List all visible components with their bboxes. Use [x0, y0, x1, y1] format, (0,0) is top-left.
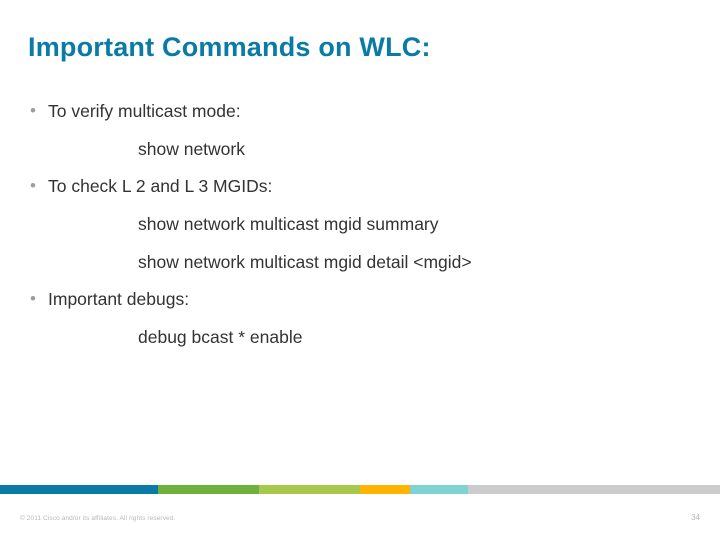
command-text: debug bcast * enable — [138, 326, 692, 350]
bullet-label: To verify multicast mode: — [48, 100, 692, 124]
footer-page-number: 34 — [691, 513, 700, 522]
bullet-item: • To verify multicast mode: — [28, 100, 692, 124]
accent-segment — [0, 485, 158, 494]
bullet-icon: • — [28, 175, 48, 198]
slide: Important Commands on WLC: • To verify m… — [0, 0, 720, 540]
slide-title: Important Commands on WLC: — [28, 32, 431, 63]
bullet-label: To check L 2 and L 3 MGIDs: — [48, 175, 692, 199]
slide-content: • To verify multicast mode: show network… — [28, 100, 692, 363]
command-text: show network — [138, 138, 692, 162]
accent-segment — [259, 485, 360, 494]
command-text: show network multicast mgid detail <mgid… — [138, 251, 692, 275]
accent-segment — [360, 485, 410, 494]
footer-accent-bar — [0, 485, 720, 494]
command-text: show network multicast mgid summary — [138, 213, 692, 237]
bullet-icon: • — [28, 100, 48, 123]
bullet-item: • Important debugs: — [28, 288, 692, 312]
accent-segment — [158, 485, 259, 494]
footer-copyright: © 2011 Cisco and/or its affiliates. All … — [20, 515, 175, 522]
bullet-item: • To check L 2 and L 3 MGIDs: — [28, 175, 692, 199]
accent-segment — [410, 485, 468, 494]
accent-segment — [468, 485, 720, 494]
bullet-icon: • — [28, 288, 48, 311]
bullet-label: Important debugs: — [48, 288, 692, 312]
